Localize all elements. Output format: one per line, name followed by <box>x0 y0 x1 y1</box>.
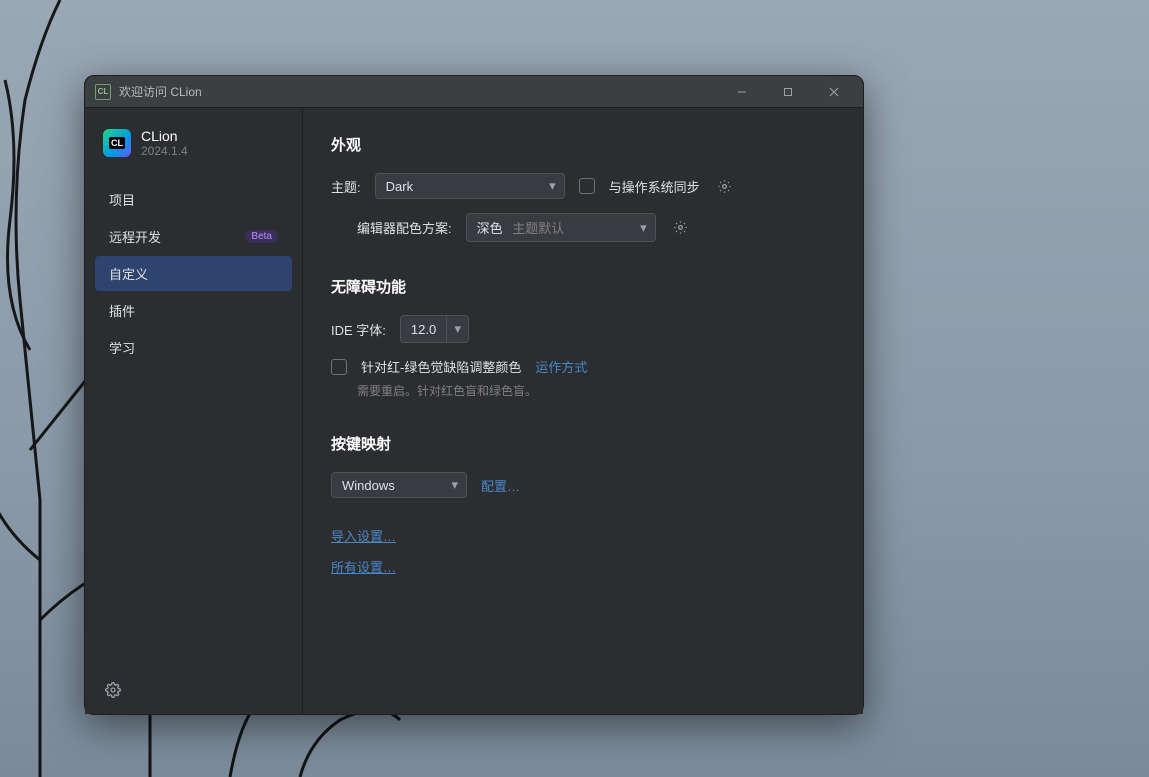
close-button[interactable] <box>811 76 857 108</box>
sidebar-nav: 项目 远程开发 Beta 自定义 插件 学习 <box>85 176 302 371</box>
window-title: 欢迎访问 CLion <box>119 83 202 100</box>
how-it-works-link[interactable]: 运作方式 <box>535 357 587 376</box>
minimize-button[interactable] <box>719 76 765 108</box>
product-name: CLion <box>141 128 188 144</box>
ide-font-value: 12.0 <box>401 318 446 341</box>
ide-font-spinner[interactable]: 12.0 ▾ <box>400 315 469 343</box>
keymap-value: Windows <box>342 478 395 493</box>
section-title-accessibility: 无障碍功能 <box>331 276 835 297</box>
sidebar-item-label: 自定义 <box>109 264 148 283</box>
section-title-appearance: 外观 <box>331 134 835 155</box>
keymap-configure-link[interactable]: 配置… <box>481 476 520 495</box>
sidebar: CL CLion 2024.1.4 项目 远程开发 Beta 自定义 <box>85 108 303 714</box>
sync-settings-button[interactable] <box>714 175 736 197</box>
color-scheme-placeholder: 主题默认 <box>512 221 564 236</box>
theme-select[interactable]: Dark ▾ <box>375 173 565 199</box>
color-deficiency-hint: 需要重启。针对红色盲和绿色盲。 <box>331 382 835 399</box>
app-icon: CL <box>95 84 111 100</box>
sidebar-item-label: 插件 <box>109 301 135 320</box>
color-scheme-select[interactable]: 深色 主题默认 ▾ <box>466 213 656 242</box>
color-scheme-value: 深色 <box>477 221 503 236</box>
sidebar-item-projects[interactable]: 项目 <box>95 182 292 217</box>
sidebar-item-plugins[interactable]: 插件 <box>95 293 292 328</box>
section-title-keymap: 按键映射 <box>331 433 835 454</box>
content-pane: 外观 主题: Dark ▾ 与操作系统同步 编辑器配色方案: <box>303 108 863 714</box>
product-logo: CL <box>103 129 131 157</box>
maximize-button[interactable] <box>765 76 811 108</box>
theme-value: Dark <box>386 179 413 194</box>
sidebar-item-label: 远程开发 <box>109 227 161 246</box>
product-version: 2024.1.4 <box>141 144 188 158</box>
color-scheme-settings-button[interactable] <box>670 217 692 239</box>
gear-icon <box>105 682 121 698</box>
sidebar-item-label: 学习 <box>109 338 135 357</box>
section-keymap: 按键映射 Windows ▾ 配置… <box>331 433 835 498</box>
chevron-down-icon: ▾ <box>451 477 458 493</box>
sync-os-checkbox[interactable] <box>579 178 595 194</box>
spinner-step-button[interactable]: ▾ <box>446 316 468 342</box>
sync-os-label: 与操作系统同步 <box>609 177 700 196</box>
sidebar-item-label: 项目 <box>109 190 135 209</box>
settings-gear-button[interactable] <box>101 678 125 702</box>
sidebar-item-customize[interactable]: 自定义 <box>95 256 292 291</box>
all-settings-link[interactable]: 所有设置… <box>331 557 835 576</box>
titlebar[interactable]: CL 欢迎访问 CLion <box>85 76 863 108</box>
section-accessibility: 无障碍功能 IDE 字体: 12.0 ▾ 针对红-绿色觉缺陷调整颜色 运作方式 <box>331 276 835 399</box>
color-scheme-label: 编辑器配色方案: <box>357 218 452 237</box>
ide-font-label: IDE 字体: <box>331 320 386 339</box>
import-settings-link[interactable]: 导入设置… <box>331 526 835 545</box>
chevron-down-icon: ▾ <box>454 321 461 337</box>
section-appearance: 外观 主题: Dark ▾ 与操作系统同步 编辑器配色方案: <box>331 134 835 242</box>
chevron-down-icon: ▾ <box>640 220 647 236</box>
gear-icon <box>673 220 688 235</box>
keymap-select[interactable]: Windows ▾ <box>331 472 467 498</box>
product-header: CL CLion 2024.1.4 <box>85 122 302 176</box>
color-deficiency-label: 针对红-绿色觉缺陷调整颜色 <box>361 357 521 376</box>
gear-icon <box>717 179 732 194</box>
theme-label: 主题: <box>331 177 361 196</box>
sidebar-item-learn[interactable]: 学习 <box>95 330 292 365</box>
sidebar-item-remote-dev[interactable]: 远程开发 Beta <box>95 219 292 254</box>
chevron-down-icon: ▾ <box>549 178 556 194</box>
welcome-window: CL 欢迎访问 CLion CL CLion 2024.1.4 项目 <box>84 75 864 715</box>
color-deficiency-checkbox[interactable] <box>331 359 347 375</box>
beta-badge: Beta <box>245 230 278 243</box>
